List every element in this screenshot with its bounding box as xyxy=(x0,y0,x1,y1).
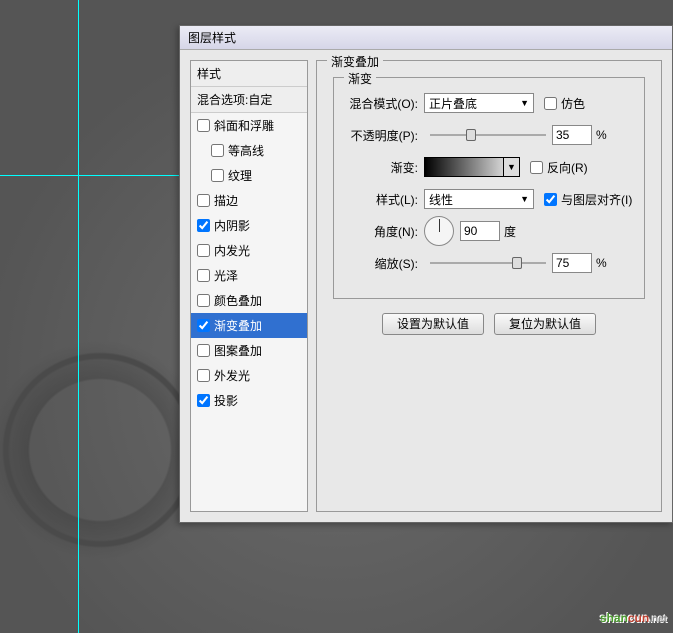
guide-horizontal xyxy=(0,175,180,176)
chevron-down-icon: ▼ xyxy=(520,194,529,204)
style-item-1[interactable]: 等高线 xyxy=(191,138,307,163)
style-checkbox[interactable] xyxy=(197,219,210,232)
style-item-4[interactable]: 内阴影 xyxy=(191,213,307,238)
gradient-picker[interactable]: ▼ xyxy=(424,157,520,177)
style-item-0[interactable]: 斜面和浮雕 xyxy=(191,113,307,138)
style-item-label: 投影 xyxy=(214,392,238,409)
align-checkbox[interactable] xyxy=(544,193,557,206)
angle-dial[interactable] xyxy=(424,216,454,246)
style-checkbox[interactable] xyxy=(211,169,224,182)
opacity-label: 不透明度(P): xyxy=(344,127,424,144)
style-item-9[interactable]: 图案叠加 xyxy=(191,338,307,363)
dither-checkbox[interactable] xyxy=(544,97,557,110)
reset-default-button[interactable]: 复位为默认值 xyxy=(494,313,596,335)
opacity-slider[interactable] xyxy=(430,128,546,142)
blend-mode-label: 混合模式(O): xyxy=(344,95,424,112)
style-item-label: 等高线 xyxy=(228,142,264,159)
style-item-7[interactable]: 颜色叠加 xyxy=(191,288,307,313)
panel-title: 渐变叠加 xyxy=(327,53,383,70)
style-checkbox[interactable] xyxy=(197,119,210,132)
reverse-label: 反向(R) xyxy=(547,159,588,176)
style-checkbox[interactable] xyxy=(211,144,224,157)
style-item-label: 光泽 xyxy=(214,267,238,284)
style-label: 样式(L): xyxy=(344,191,424,208)
group-legend: 渐变 xyxy=(344,70,376,87)
style-checkbox[interactable] xyxy=(197,394,210,407)
dither-checkbox-wrap[interactable]: 仿色 xyxy=(544,95,585,112)
style-item-label: 内发光 xyxy=(214,242,250,259)
reverse-checkbox[interactable] xyxy=(530,161,543,174)
style-item-6[interactable]: 光泽 xyxy=(191,263,307,288)
options-panel: 渐变叠加 渐变 混合模式(O): 正片叠底 ▼ 仿色 不透明度(P): xyxy=(316,60,662,512)
style-item-label: 内阴影 xyxy=(214,217,250,234)
style-item-11[interactable]: 投影 xyxy=(191,388,307,413)
style-checkbox[interactable] xyxy=(197,269,210,282)
scale-label: 缩放(S): xyxy=(344,255,424,272)
angle-label: 角度(N): xyxy=(344,223,424,240)
scale-slider[interactable] xyxy=(430,256,546,270)
style-item-label: 颜色叠加 xyxy=(214,292,262,309)
guide-vertical xyxy=(78,0,79,633)
dialog-title: 图层样式 xyxy=(188,31,236,45)
layer-style-dialog: 图层样式 样式 混合选项:自定 斜面和浮雕等高线纹理描边内阴影内发光光泽颜色叠加… xyxy=(179,25,673,523)
style-item-label: 图案叠加 xyxy=(214,342,262,359)
styles-header[interactable]: 样式 xyxy=(191,61,307,87)
scale-unit: % xyxy=(596,256,607,270)
style-item-label: 斜面和浮雕 xyxy=(214,117,274,134)
style-item-label: 描边 xyxy=(214,192,238,209)
opacity-unit: % xyxy=(596,128,607,142)
styles-list-panel: 样式 混合选项:自定 斜面和浮雕等高线纹理描边内阴影内发光光泽颜色叠加渐变叠加图… xyxy=(190,60,308,512)
align-label: 与图层对齐(I) xyxy=(561,191,632,208)
style-item-label: 外发光 xyxy=(214,367,250,384)
style-select[interactable]: 线性 ▼ xyxy=(424,189,534,209)
reverse-checkbox-wrap[interactable]: 反向(R) xyxy=(530,159,588,176)
set-default-button[interactable]: 设置为默认值 xyxy=(382,313,484,335)
style-checkbox[interactable] xyxy=(197,294,210,307)
blend-mode-value: 正片叠底 xyxy=(429,95,477,112)
style-item-10[interactable]: 外发光 xyxy=(191,363,307,388)
chevron-down-icon: ▼ xyxy=(520,98,529,108)
gradient-label: 渐变: xyxy=(344,159,424,176)
style-item-2[interactable]: 纹理 xyxy=(191,163,307,188)
watermark: shancun.net xyxy=(600,606,667,627)
style-checkbox[interactable] xyxy=(197,344,210,357)
gradient-group: 渐变 混合模式(O): 正片叠底 ▼ 仿色 不透明度(P): xyxy=(333,77,645,299)
style-value: 线性 xyxy=(429,191,453,208)
gradient-dropdown-icon[interactable]: ▼ xyxy=(503,158,519,176)
scale-input[interactable]: 75 xyxy=(552,253,592,273)
style-item-8[interactable]: 渐变叠加 xyxy=(191,313,307,338)
style-checkbox[interactable] xyxy=(197,194,210,207)
style-item-5[interactable]: 内发光 xyxy=(191,238,307,263)
style-item-3[interactable]: 描边 xyxy=(191,188,307,213)
style-checkbox[interactable] xyxy=(197,319,210,332)
opacity-input[interactable]: 35 xyxy=(552,125,592,145)
style-item-label: 纹理 xyxy=(228,167,252,184)
style-checkbox[interactable] xyxy=(197,244,210,257)
dialog-titlebar[interactable]: 图层样式 xyxy=(180,26,672,50)
angle-input[interactable]: 90 xyxy=(460,221,500,241)
angle-unit: 度 xyxy=(504,223,516,240)
style-checkbox[interactable] xyxy=(197,369,210,382)
blend-mode-select[interactable]: 正片叠底 ▼ xyxy=(424,93,534,113)
align-checkbox-wrap[interactable]: 与图层对齐(I) xyxy=(544,191,632,208)
blend-options-item[interactable]: 混合选项:自定 xyxy=(191,87,307,113)
style-item-label: 渐变叠加 xyxy=(214,317,262,334)
dither-label: 仿色 xyxy=(561,95,585,112)
